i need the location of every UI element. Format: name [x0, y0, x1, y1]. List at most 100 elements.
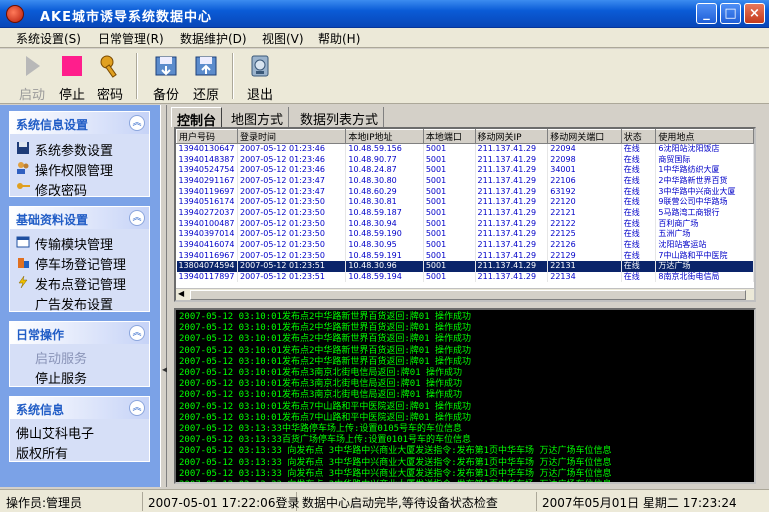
password-button[interactable]: 密码 [90, 52, 130, 103]
table-cell: 211.137.41.29 [475, 250, 549, 262]
table-cell: 211.137.41.29 [475, 196, 549, 208]
stop-button[interactable]: 停止 [52, 52, 92, 103]
table-cell: 5001 [423, 250, 476, 262]
table-cell: 10.48.24.87 [345, 164, 424, 176]
scroll-left-icon[interactable]: ◀ [178, 289, 184, 298]
table-cell: 13804074594 [176, 261, 238, 272]
sidebar-item-start-service[interactable]: 启动服务 [10, 346, 149, 367]
column-header[interactable]: 使用地点 [655, 129, 754, 144]
table-cell: 5001 [423, 143, 476, 155]
app-icon[interactable] [6, 5, 24, 23]
table-row[interactable]: 13940117897 2007-05-12 01:23:51 10.48.59.1… [176, 271, 754, 283]
table-row[interactable]: 13940272037 2007-05-12 01:23:50 10.48.59.1… [176, 207, 754, 219]
sidebar-item-system-params[interactable]: 系统参数设置 [10, 138, 149, 159]
column-header[interactable]: 用户号码 [176, 129, 238, 144]
table-cell: 5001 [423, 164, 476, 176]
table-row[interactable]: 13940119697 2007-05-12 01:23:47 10.48.60.2… [176, 186, 754, 197]
table-cell: 5001 [423, 186, 476, 197]
table-row[interactable]: 13940397014 2007-05-12 01:23:50 10.48.59.1… [176, 229, 754, 240]
column-header[interactable]: 本地端口 [422, 129, 476, 144]
restore-button[interactable]: 还原 [186, 52, 226, 103]
sidebar-item-transfer-module[interactable]: 传输模块管理 [10, 232, 149, 253]
maximize-button[interactable]: □ [720, 3, 741, 24]
table-row[interactable]: 13804074594 2007-05-12 01:23:51 10.48.30.9… [176, 261, 754, 272]
collapse-chevron-icon[interactable]: ︽ [129, 210, 145, 226]
table-cell: 2007-05-12 01:23:46 [237, 164, 347, 176]
minimize-button[interactable]: _ [696, 3, 717, 24]
menu-data-maintenance[interactable]: 数据维护(D) [180, 30, 247, 47]
group-header[interactable]: 基础资料设置 ︽ [10, 207, 149, 229]
sidebar-item-publish-point[interactable]: 发布点登记管理 [10, 272, 149, 293]
log-line: 2007-05-12 03:10:01发布点2中华路新世界百货返回:牌01 操作… [179, 345, 472, 356]
collapse-chevron-icon[interactable]: ︽ [129, 400, 145, 416]
status-operator: 操作员:管理员 [3, 492, 143, 511]
scroll-thumb[interactable] [190, 290, 746, 300]
sidebar-item-ad-settings[interactable]: 广告发布设置 [10, 292, 149, 313]
table-cell: 在线 [621, 271, 657, 283]
sidebar-item-stop-service[interactable]: 停止服务 [10, 366, 149, 387]
table-row[interactable]: 13940130647 2007-05-12 01:23:46 10.48.59.1… [176, 143, 754, 155]
table-row[interactable]: 13940148387 2007-05-12 01:23:46 10.48.90.7… [176, 154, 754, 165]
collapse-chevron-icon[interactable]: ︽ [129, 115, 145, 131]
horizontal-scrollbar[interactable]: ◀ [176, 288, 754, 300]
table-row[interactable]: 13940100487 2007-05-12 01:23:50 10.48.30.9… [176, 218, 754, 229]
device-grid[interactable]: 用户号码 登录时间 本地IP地址 本地端口 移动网关IP 移动网关端口 状态 使… [174, 127, 756, 302]
table-row[interactable]: 13940116967 2007-05-12 01:23:50 10.48.59.1… [176, 250, 754, 262]
backup-button[interactable]: 备份 [146, 52, 186, 103]
table-cell: 5马路湾工商银行 [655, 207, 754, 219]
item-label: 操作权限管理 [35, 164, 114, 179]
column-header[interactable]: 移动网关IP [474, 129, 549, 144]
task-pane: 系统信息设置 ︽ 系统参数设置 操作权限管理 修改密码 基础资料设置 ︽ 传输模… [0, 105, 160, 487]
log-line: 2007-05-12 03:10:01发布点2中华路新世界百货返回:牌01 操作… [179, 312, 472, 322]
table-cell: 6沈阳站沈阳饭店 [655, 143, 754, 155]
table-cell: 2007-05-12 01:23:50 [237, 218, 347, 229]
tab-data-list[interactable]: 数据列表方式 [295, 107, 385, 128]
tab-map[interactable]: 地图方式 [226, 107, 290, 128]
start-button[interactable]: 启动 [12, 52, 52, 103]
menu-daily-management[interactable]: 日常管理(R) [98, 30, 164, 47]
close-button[interactable]: × [744, 3, 765, 24]
table-cell: 13940116967 [176, 250, 238, 262]
title-bar[interactable]: AKE城市诱导系统数据中心 _ □ × [0, 0, 769, 28]
group-basic-data-settings: 基础资料设置 ︽ 传输模块管理 停车场登记管理 发布点登记管理 广告发布设置 [9, 206, 150, 313]
backup-icon [155, 56, 177, 76]
tab-console[interactable]: 控制台 [171, 107, 223, 129]
group-header[interactable]: 日常操作 ︽ [10, 322, 149, 344]
group-header[interactable]: 系统信息 ︽ [10, 397, 149, 419]
table-row[interactable]: 13940516174 2007-05-12 01:23:50 10.48.30.8… [176, 196, 754, 208]
table-row[interactable]: 13940291167 2007-05-12 01:23:47 10.48.30.8… [176, 175, 754, 187]
column-header[interactable]: 本地IP地址 [345, 129, 424, 144]
device-table: 用户号码 登录时间 本地IP地址 本地端口 移动网关IP 移动网关端口 状态 使… [176, 129, 754, 283]
column-header[interactable]: 登录时间 [236, 129, 347, 144]
menu-help[interactable]: 帮助(H) [318, 30, 360, 47]
table-cell: 5001 [423, 271, 476, 283]
console-log[interactable]: 2007-05-12 03:10:01发布点2中华路新世界百货返回:牌01 操作… [174, 308, 756, 484]
sidebar-item-change-password[interactable]: 修改密码 [10, 178, 149, 199]
column-header[interactable]: 状态 [620, 129, 657, 144]
group-header[interactable]: 系统信息设置 ︽ [10, 112, 149, 134]
table-row[interactable]: 13940524754 2007-05-12 01:23:46 10.48.24.8… [176, 164, 754, 176]
item-label: 传输模块管理 [35, 238, 114, 253]
group-title: 系统信息 [16, 403, 65, 417]
table-cell: 5001 [423, 229, 476, 240]
menu-view[interactable]: 视图(V) [262, 30, 304, 47]
collapse-chevron-icon[interactable]: ︽ [129, 325, 145, 341]
table-cell: 在线 [621, 239, 657, 251]
sidebar-item-parking-registration[interactable]: 停车场登记管理 [10, 252, 149, 273]
group-system-info-settings: 系统信息设置 ︽ 系统参数设置 操作权限管理 修改密码 [9, 111, 150, 199]
table-cell: 五洲广场 [655, 229, 754, 240]
column-header[interactable]: 移动网关端口 [547, 129, 622, 144]
table-cell: 22129 [547, 250, 622, 262]
table-cell: 5001 [423, 218, 476, 229]
status-message: 数据中心启动完毕,等待设备状态检查 [299, 492, 537, 511]
menu-system-settings[interactable]: 系统设置(S) [16, 30, 81, 47]
log-line: 2007-05-12 03:10:01发布点7中山路和平中医院返回:牌01 操作… [179, 401, 472, 412]
table-cell: 在线 [621, 207, 657, 219]
toolbar: 启动 停止 密码 备份 还原 退出 [0, 49, 769, 104]
table-row[interactable]: 13940416074 2007-05-12 01:23:50 10.48.30.9… [176, 239, 754, 251]
exit-button[interactable]: 退出 [240, 52, 280, 103]
table-cell: 2007-05-12 01:23:51 [237, 271, 347, 283]
pane-splitter[interactable]: ◀ [160, 105, 168, 487]
table-cell: 22126 [547, 239, 622, 251]
sidebar-item-permission[interactable]: 操作权限管理 [10, 158, 149, 179]
